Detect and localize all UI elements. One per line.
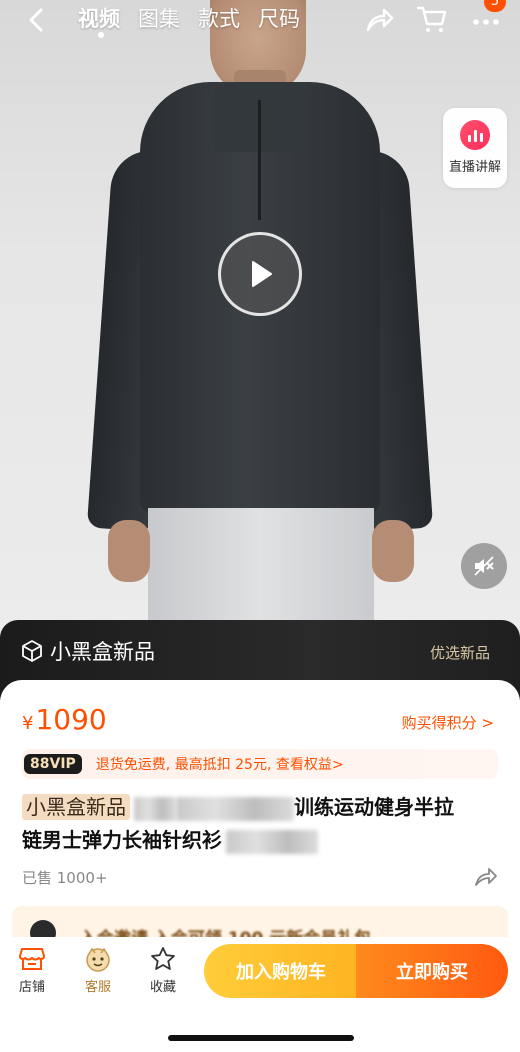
share-product-button[interactable] — [474, 866, 498, 888]
live-explain-label: 直播讲解 — [448, 160, 501, 175]
add-to-cart-button[interactable]: 加入购物车 — [204, 944, 358, 998]
model-right-hand — [372, 520, 414, 582]
shop-label: 店铺 — [18, 980, 45, 995]
vip-tag: 88VIP — [24, 754, 82, 774]
tab-size[interactable]: 尺码 — [258, 3, 300, 33]
product-title: 小黑盒新品 训练运动健身半拉 链男士弹力长袖针织衫 — [22, 791, 504, 857]
live-bars-icon — [460, 120, 490, 150]
cart-button[interactable] — [416, 4, 448, 34]
shop-icon — [19, 948, 45, 970]
points-link[interactable]: 购买得积分 > — [402, 712, 494, 733]
cart-icon — [416, 6, 447, 32]
promo-right-text[interactable]: 优选新品 — [430, 642, 490, 663]
redacted-text — [176, 796, 294, 821]
back-button[interactable] — [22, 6, 50, 34]
price: ¥ 1090 — [22, 703, 107, 736]
customer-service-icon — [86, 947, 110, 972]
share-icon — [475, 868, 497, 886]
vip-benefit-text: 退货免运费, 最高抵扣 25元, 查看权益> — [95, 757, 344, 773]
price-currency: ¥ — [22, 713, 34, 734]
product-media[interactable] — [0, 0, 520, 640]
media-tabs: 视频 图集 款式 尺码 — [78, 3, 300, 33]
share-icon — [366, 8, 394, 32]
sold-count: 已售 1000+ — [22, 869, 108, 887]
shop-button[interactable]: 店铺 — [12, 946, 52, 995]
tab-gallery[interactable]: 图集 — [138, 3, 180, 33]
customer-service-label: 客服 — [84, 980, 111, 995]
title-brand-tag: 小黑盒新品 — [22, 794, 130, 820]
cart-count-badge: 5 — [484, 0, 506, 12]
play-icon — [252, 261, 272, 287]
promo-brand-label: 小黑盒新品 — [50, 640, 155, 664]
promo-brand[interactable]: 小黑盒新品 — [20, 636, 155, 666]
box-icon — [22, 640, 42, 662]
model-left-hand — [108, 520, 150, 582]
favorite-label: 收藏 — [149, 980, 176, 995]
price-value: 1090 — [35, 703, 107, 736]
play-video-button[interactable] — [218, 232, 302, 316]
favorite-button[interactable]: 收藏 — [143, 946, 183, 995]
buy-now-button[interactable]: 立即购买 — [356, 944, 508, 998]
redacted-text — [226, 829, 318, 854]
shirt-zipper — [258, 100, 261, 220]
star-icon — [151, 947, 175, 970]
top-bar: 视频 图集 款式 尺码 5 — [0, 0, 520, 40]
active-tab-indicator — [98, 32, 104, 38]
customer-service-button[interactable]: 客服 — [78, 946, 118, 995]
mute-button[interactable] — [461, 543, 507, 589]
title-text: 训练运动健身半拉 — [294, 795, 454, 819]
title-text-line2: 链男士弹力长袖针织衫 — [22, 828, 222, 852]
mute-icon — [474, 556, 494, 576]
tab-video[interactable]: 视频 — [78, 3, 120, 33]
share-button[interactable] — [364, 6, 394, 34]
vip-benefit-row[interactable]: 88VIP 退货免运费, 最高抵扣 25元, 查看权益> — [22, 749, 498, 779]
home-indicator — [168, 1035, 354, 1041]
live-explain-button[interactable]: 直播讲解 — [443, 108, 507, 188]
tab-styles[interactable]: 款式 — [198, 3, 240, 33]
back-arrow-icon — [29, 8, 43, 32]
redacted-text — [134, 796, 176, 821]
